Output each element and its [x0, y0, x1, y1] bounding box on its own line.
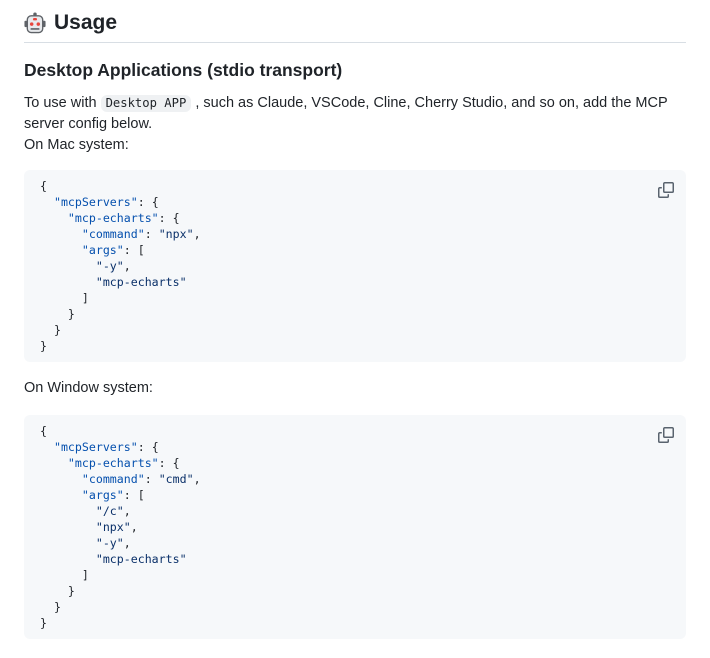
code-line: "args": [: [40, 242, 670, 258]
code-line: "mcp-echarts": {: [40, 210, 670, 226]
code-line: "mcpServers": {: [40, 439, 670, 455]
copy-button-windows[interactable]: [654, 423, 678, 447]
code-line: }: [40, 338, 670, 354]
code-line: "-y",: [40, 535, 670, 551]
code-line: {: [40, 178, 670, 194]
code-line: "args": [: [40, 487, 670, 503]
intro-text-before: To use with: [24, 95, 101, 111]
copy-button-mac[interactable]: [654, 178, 678, 202]
code-line: }: [40, 599, 670, 615]
code-mac: { "mcpServers": { "mcp-echarts": { "comm…: [24, 170, 686, 362]
readme-content: Usage Desktop Applications (stdio transp…: [0, 0, 710, 658]
code-windows: { "mcpServers": { "mcp-echarts": { "comm…: [24, 415, 686, 639]
code-line: {: [40, 423, 670, 439]
code-line: "-y",: [40, 258, 670, 274]
code-line: ]: [40, 567, 670, 583]
inline-code-desktop-app: Desktop APP: [101, 95, 192, 112]
copy-icon: [658, 182, 674, 198]
code-line: "npx",: [40, 519, 670, 535]
usage-heading: Usage: [24, 10, 686, 43]
intro-line-1: To use with Desktop APP , such as Claude…: [24, 93, 686, 135]
code-line: }: [40, 583, 670, 599]
code-line: }: [40, 615, 670, 631]
code-line: }: [40, 322, 670, 338]
code-line: "mcp-echarts": [40, 274, 670, 290]
code-line: ]: [40, 290, 670, 306]
robot-icon: [24, 12, 46, 34]
section-heading: Desktop Applications (stdio transport): [24, 59, 686, 81]
intro-line-2: On Mac system:: [24, 135, 686, 156]
code-line: "mcp-echarts": {: [40, 455, 670, 471]
code-line: "command": "cmd",: [40, 471, 670, 487]
code-line: }: [40, 306, 670, 322]
code-line: "command": "npx",: [40, 226, 670, 242]
code-block-mac: { "mcpServers": { "mcp-echarts": { "comm…: [24, 170, 686, 362]
code-line: "/c",: [40, 503, 670, 519]
intro-paragraph: To use with Desktop APP , such as Claude…: [24, 93, 686, 156]
windows-label: On Window system:: [24, 378, 686, 399]
code-block-windows: { "mcpServers": { "mcp-echarts": { "comm…: [24, 415, 686, 639]
copy-icon: [658, 427, 674, 443]
code-line: "mcp-echarts": [40, 551, 670, 567]
usage-heading-label: Usage: [54, 10, 117, 36]
code-line: "mcpServers": {: [40, 194, 670, 210]
